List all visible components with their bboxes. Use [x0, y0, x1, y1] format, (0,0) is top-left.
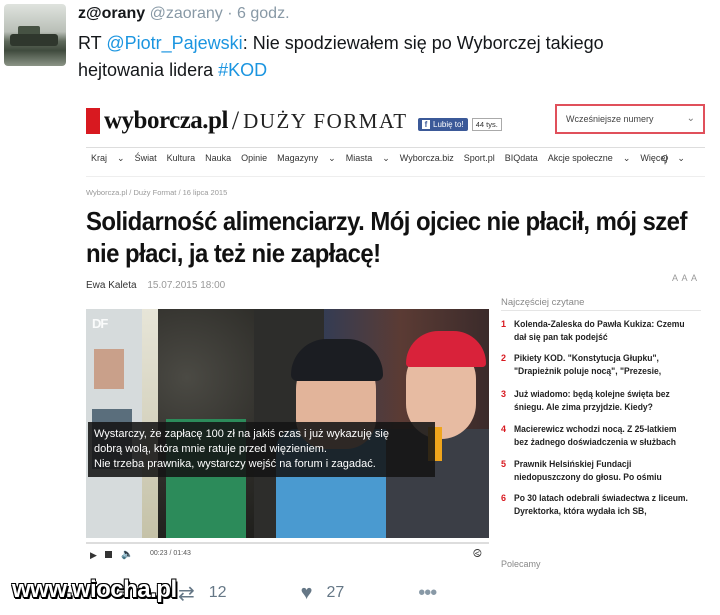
tweet-actions: ⇄ 12 ♥ 27 ••• — [178, 580, 437, 606]
article-nav: Kraj ⌄ Świat Kultura Nauka Opinie Magazyn… — [91, 153, 685, 163]
retweet-count[interactable]: 12 — [209, 584, 227, 602]
video-player: DF Wystarczy, że zapłacę 100 zł na jakiś… — [86, 309, 489, 538]
share-icon: ⧀ — [473, 548, 482, 560]
nav-item: BIQdata — [504, 153, 538, 163]
hashtag-link[interactable]: #KOD — [218, 60, 267, 80]
tweet-body: : Nie spodziewałem się po Wyborczej taki… — [242, 33, 604, 53]
nav-item: Akcje społeczne — [547, 153, 613, 163]
watermark: www.wiocha.pl — [12, 576, 177, 603]
nav-item: Miasta — [345, 153, 373, 163]
tweet-text: RT @Piotr_Pajewski: Nie spodziewałem się… — [78, 30, 708, 84]
facebook-like: f Lubię to! 44 tys. — [418, 118, 502, 131]
chevron-down-icon: ⌄ — [686, 113, 695, 124]
timestamp[interactable]: 6 godz. — [237, 5, 289, 22]
nav-item: Sport.pl — [463, 153, 495, 163]
stop-icon — [105, 551, 112, 558]
tweet-body-line2: hejtowania lidera — [78, 60, 214, 80]
mention-link[interactable]: @Piotr_Pajewski — [106, 33, 242, 53]
most-read-item: 6 Po 30 latach odebrali świadectwa z lice… — [501, 493, 688, 516]
breadcrumb: Wyborcza.pl / Duży Format / 16 lipca 201… — [86, 188, 228, 197]
byline: Ewa Kaleta 15.07.2015 18:00 — [86, 280, 225, 291]
nav-item: Kultura — [166, 153, 196, 163]
article-date: 15.07.2015 18:00 — [147, 280, 226, 291]
play-icon: ▶ — [90, 550, 97, 560]
handle[interactable]: @zaorany — [150, 5, 223, 22]
most-read-item: 3 Już wiadomo: będą kolejne święta bez śn… — [501, 389, 670, 412]
wyborcza-logo: wyborcza.pl / DUŻY FORMAT — [86, 106, 408, 135]
heart-icon[interactable]: ♥ — [301, 582, 313, 605]
video-controls: ▶ 🔈 00:23 / 01:43 ⧀ — [86, 542, 489, 566]
nav-item: Wyborcza.biz — [399, 153, 454, 163]
display-name[interactable]: z@orany — [78, 5, 145, 22]
retweet-icon[interactable]: ⇄ — [178, 581, 195, 606]
like-count[interactable]: 27 — [326, 584, 344, 602]
video-time: 00:23 / 01:43 — [150, 550, 191, 557]
most-read-item: 2 Pikiety KOD. "Konstytucja Głupku", "Dra… — [501, 353, 662, 376]
nav-item: Opinie — [241, 153, 268, 163]
df-video-logo: DF — [92, 316, 108, 331]
nav-item: Magazyny — [277, 153, 319, 163]
nav-item: Świat — [134, 153, 157, 163]
most-read-item: 1 Kolenda-Zaleska do Pawła Kukiza: Czemu … — [501, 319, 685, 342]
article-headline: Solidarność alimenciarzy. Mój ojciec nie… — [86, 206, 687, 268]
nav-item: Nauka — [205, 153, 232, 163]
most-read-item: 4 Macierewicz wchodzi nocą. Z 25-latkiem … — [501, 424, 677, 447]
video-caption: Wystarczy, że zapłacę 100 zł na jakiś cz… — [88, 422, 435, 477]
volume-icon: 🔈 — [121, 549, 134, 560]
most-read-title: Najczęściej czytane — [501, 297, 585, 308]
issues-select: Wcześniejsze numery ⌄ — [555, 104, 705, 134]
more-icon[interactable]: ••• — [418, 582, 437, 605]
recommended-label: Polecamy — [501, 559, 541, 569]
avatar[interactable] — [4, 4, 66, 66]
attached-image[interactable]: wyborcza.pl / DUŻY FORMAT f Lubię to! 44 … — [78, 92, 715, 573]
search-icon: ⚲ — [661, 154, 670, 166]
font-size-control: A A A — [672, 273, 699, 283]
facebook-icon: f — [422, 120, 430, 129]
most-read-item: 5 Prawnik Helsińskiej Fundacji niedopuszc… — [501, 459, 662, 482]
author: Ewa Kaleta — [86, 280, 137, 291]
rt-prefix: RT — [78, 33, 102, 53]
tweet-header: z@orany @zaorany · 6 godz. — [78, 5, 290, 22]
nav-item: Kraj — [91, 153, 108, 163]
